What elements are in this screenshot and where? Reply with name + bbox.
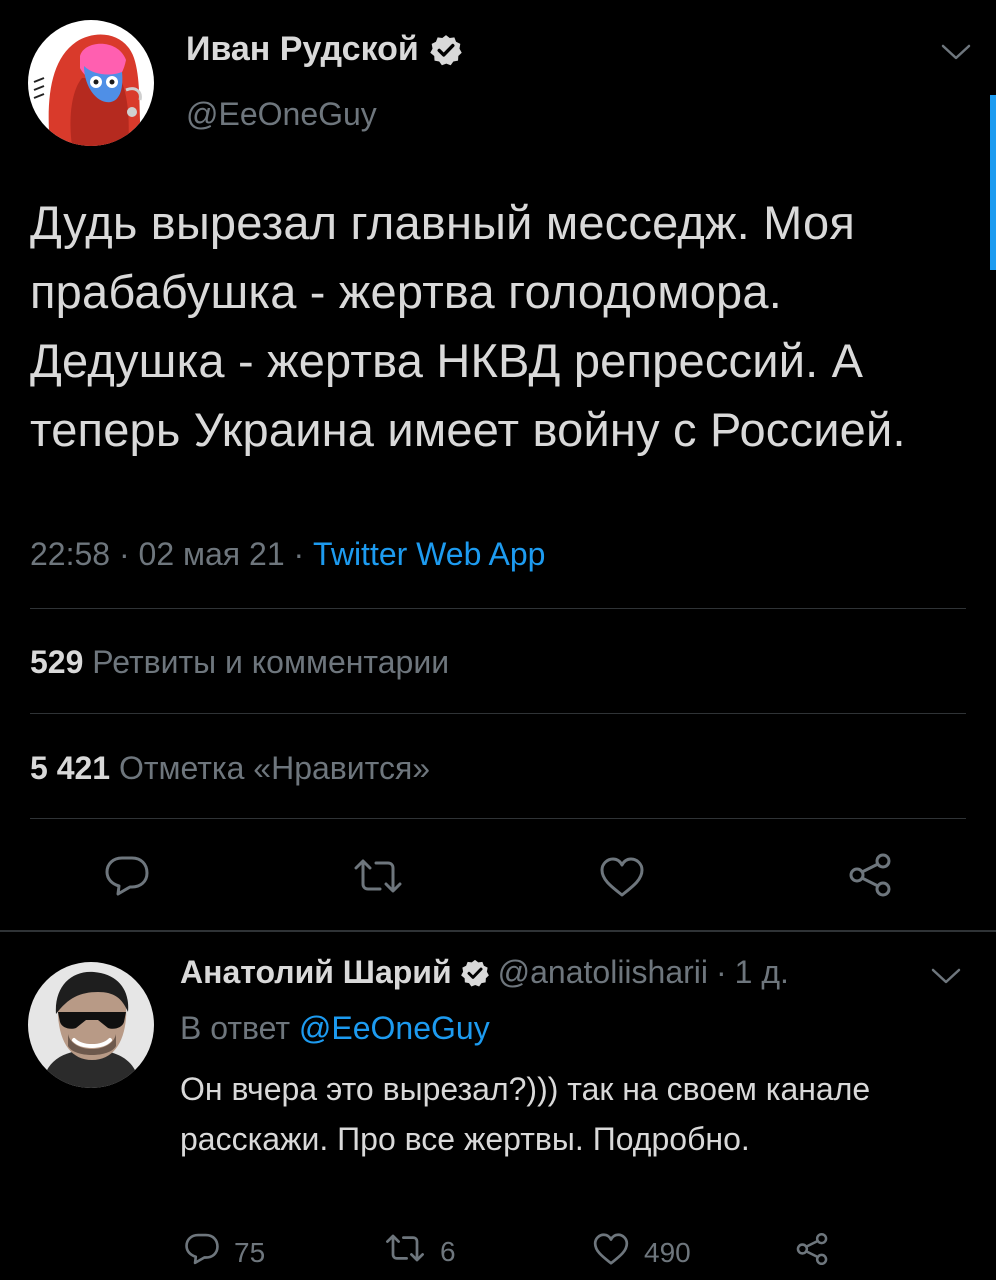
reply-text: Он вчера это вырезал?))) так на своем ка… <box>180 1071 880 1157</box>
author-name-row: Иван Рудской <box>186 30 463 69</box>
author-handle[interactable]: @EeOneGuy <box>186 96 377 133</box>
meta-separator: · <box>118 536 139 572</box>
reply-author-name[interactable]: Анатолий Шарий <box>180 954 452 991</box>
divider <box>30 818 966 819</box>
likes-label: Отметка «Нравится» <box>118 750 431 786</box>
retweet-icon[interactable] <box>352 856 404 896</box>
retweet-icon <box>384 1232 426 1271</box>
header-separator: · <box>716 954 727 990</box>
likes-stat[interactable]: 5 421 Отметка «Нравится» <box>30 750 430 787</box>
divider <box>30 608 966 609</box>
reply-author-avatar[interactable] <box>28 962 154 1088</box>
reply-share-button[interactable] <box>794 1232 830 1273</box>
chevron-down-icon[interactable] <box>940 42 972 67</box>
reply-header: Анатолий Шарий @anatoliisharii · 1 д. <box>180 954 789 991</box>
retweets-count: 529 <box>30 644 84 680</box>
reply-count: 75 <box>234 1236 266 1268</box>
retweets-label: Ретвиты и комментарии <box>92 644 450 680</box>
reply-retweet-button[interactable]: 6 <box>384 1232 456 1271</box>
tweet-text: Дудь вырезал главный месседж. Моя прабаб… <box>30 196 906 456</box>
reply-to-label: В ответ <box>180 1010 291 1046</box>
chevron-down-icon[interactable] <box>930 966 962 991</box>
main-tweet: Иван Рудской @EeOneGuy Дудь вырезал глав… <box>0 0 996 930</box>
tweet-time[interactable]: 22:58 <box>30 536 110 572</box>
share-icon <box>794 1232 830 1273</box>
heart-icon <box>592 1232 630 1273</box>
tweet-source-link[interactable]: Twitter Web App <box>313 536 545 572</box>
reply-icon <box>184 1232 220 1273</box>
reply-reply-button[interactable]: 75 <box>184 1232 265 1273</box>
avatar-illustration <box>28 20 154 146</box>
section-separator <box>0 930 996 932</box>
share-icon[interactable] <box>846 852 894 898</box>
reply-to-line: В ответ @EeOneGuy <box>180 1010 490 1047</box>
heart-icon[interactable] <box>598 856 646 898</box>
divider <box>30 713 966 714</box>
verified-badge-icon <box>460 958 490 988</box>
tweet-meta: 22:58 · 02 мая 21 · Twitter Web App <box>30 536 545 573</box>
meta-separator: · <box>293 536 314 572</box>
reply-like-button[interactable]: 490 <box>592 1232 691 1273</box>
avatar-photo <box>28 962 154 1088</box>
retweets-stat[interactable]: 529 Ретвиты и комментарии <box>30 644 449 681</box>
author-avatar[interactable] <box>28 20 154 146</box>
retweet-count: 6 <box>440 1235 456 1267</box>
reply-icon[interactable] <box>104 854 150 898</box>
verified-badge-icon <box>429 33 463 67</box>
reply-time[interactable]: 1 д. <box>735 954 789 991</box>
likes-count: 5 421 <box>30 750 111 786</box>
tweet-date[interactable]: 02 мая 21 <box>139 536 285 572</box>
author-name[interactable]: Иван Рудской <box>186 30 419 69</box>
like-count: 490 <box>644 1236 691 1268</box>
reply-to-mention[interactable]: @EeOneGuy <box>299 1010 490 1046</box>
reply-author-handle[interactable]: @anatoliisharii <box>498 954 708 991</box>
